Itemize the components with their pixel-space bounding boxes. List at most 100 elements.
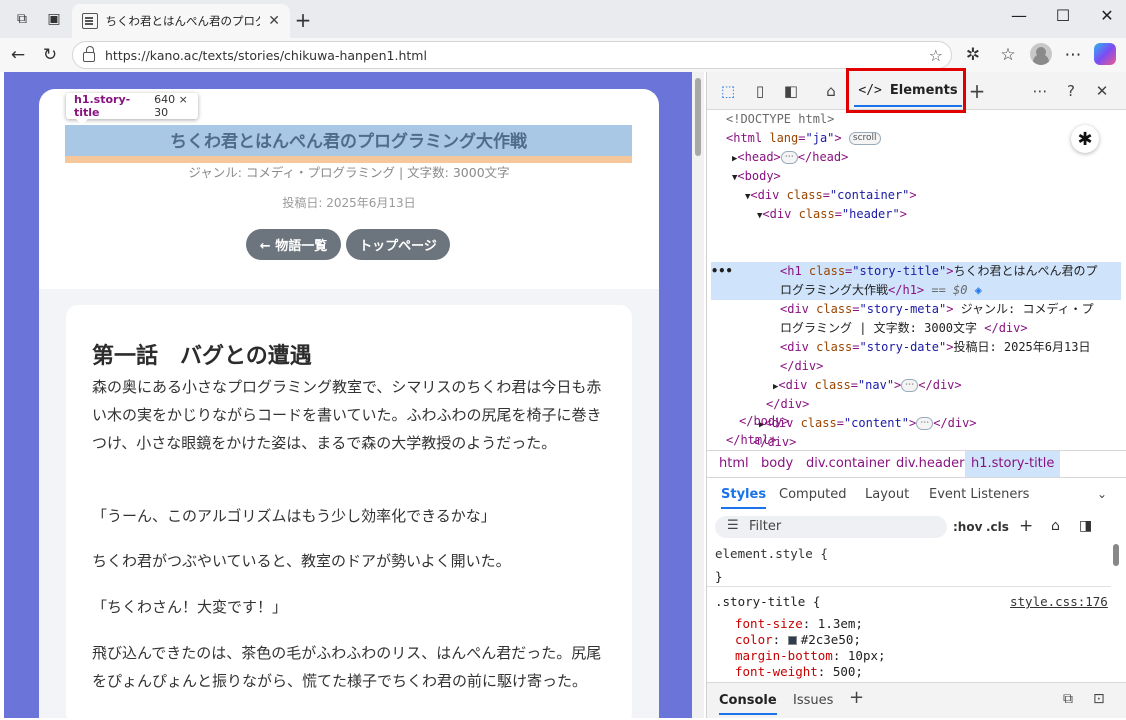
style-property[interactable]: font-weight: 500; (735, 664, 863, 679)
tab-console[interactable]: Console (719, 693, 777, 715)
breadcrumb-item[interactable]: html (719, 456, 749, 471)
rule-source-link[interactable]: style.css:176 (1010, 594, 1108, 609)
style-property[interactable]: color: #2c3e50; (735, 632, 861, 647)
profile-avatar[interactable] (1030, 43, 1052, 65)
collapsed-ellipsis-badge[interactable]: ⋯ (780, 151, 798, 164)
doctype-node[interactable]: <!DOCTYPE html> (726, 110, 834, 129)
tab-layout[interactable]: Layout (865, 487, 909, 502)
story-paragraph: 「ちくわさん！大変です！」 (92, 598, 288, 616)
new-tab-button[interactable]: + (292, 8, 314, 32)
rule-selector[interactable]: .story-title { (715, 594, 820, 609)
h1-node[interactable]: <h1 class="story-title">ちくわ君とはんぺん君のプ (780, 262, 1097, 281)
tab-computed[interactable]: Computed (779, 487, 847, 502)
collapsed-ellipsis-badge[interactable]: ⋯ (901, 379, 919, 392)
attr-value: "header" (841, 207, 900, 221)
page-scrollbar-thumb[interactable] (695, 78, 701, 156)
new-style-rule-icon[interactable]: + (1019, 516, 1033, 536)
styles-filter-input[interactable]: Filter (715, 516, 947, 538)
attr-name: class (786, 188, 823, 202)
story-meta-node-continued[interactable]: ログラミング | 文字数: 3000文字 </div> (780, 319, 1028, 338)
dock-side-icon[interactable]: ◧ (780, 80, 802, 102)
tag-name: </div> (984, 321, 1028, 335)
head-node[interactable]: ▶<head> ⋯ </head> (732, 148, 848, 169)
story-list-button[interactable]: ← 物語一覧 (246, 229, 341, 260)
tab-styles[interactable]: Styles (721, 487, 767, 509)
workspaces-icon[interactable]: ⧉ (12, 9, 32, 29)
favorite-star-icon[interactable]: ☆ (929, 46, 943, 65)
devtools-more-icon[interactable]: ⋯ (1029, 80, 1051, 102)
styles-scrollbar[interactable] (1111, 534, 1121, 676)
breadcrumb-item-active[interactable]: h1.story-title (965, 451, 1061, 477)
hover-state-toggle[interactable]: :hov (953, 520, 982, 534)
address-bar[interactable]: https://kano.ac/texts/stories/chikuwa-ha… (72, 41, 952, 69)
body-close-node[interactable]: </body> (739, 412, 790, 431)
browser-tab[interactable]: ちくわ君とはんぺん君のプログラミング大 ✕ (72, 4, 290, 38)
page-scrollbar[interactable] (692, 72, 704, 718)
node-text: ログラミング | 文字数: 3000文字 (780, 321, 985, 335)
tag-name: <div (780, 340, 809, 354)
node-text: ログラミング大作戦 (780, 283, 889, 297)
breadcrumb-item[interactable]: div.header (896, 456, 964, 471)
style-property[interactable]: font-size: 1.3em; (735, 616, 863, 631)
html-node[interactable]: <html lang="ja"> scroll (726, 129, 881, 148)
maximize-icon[interactable]: ☐ (1049, 6, 1077, 25)
style-property[interactable]: margin-bottom: 10px; (735, 648, 886, 663)
paint-brush-icon[interactable]: ⌂ (1051, 518, 1060, 534)
device-emulation-icon[interactable]: ▯ (749, 80, 771, 102)
help-icon[interactable]: ? (1060, 80, 1082, 102)
class-toggle[interactable]: .cls (986, 520, 1009, 534)
story-meta-node[interactable]: <div class="story-meta"> ジャンル: コメディ・プ (780, 300, 1094, 319)
close-window-icon[interactable]: ✕ (1093, 6, 1121, 25)
inspect-element-icon[interactable]: ⬚ (717, 80, 739, 102)
scroll-badge[interactable]: scroll (848, 132, 881, 145)
element-style-selector[interactable]: element.style { (715, 546, 828, 561)
closing-div-node[interactable]: </div> (780, 357, 823, 376)
nav-div-node[interactable]: ▶<div class="nav"> ⋯ </div> (773, 376, 962, 397)
add-drawer-tab-icon[interactable]: + (849, 687, 864, 708)
accessibility-icon[interactable]: ✱ (1071, 125, 1099, 153)
styles-pane: element.style { } .story-title { style.c… (707, 542, 1126, 686)
copilot-explain-icon[interactable]: ◈ (975, 283, 982, 297)
refresh-icon[interactable]: ↻ (38, 43, 62, 67)
header-div-node[interactable]: ▼<div class="header"> (757, 205, 907, 226)
tab-actions-icon[interactable]: ▣ (44, 9, 64, 29)
tag-name: <div (780, 302, 809, 316)
content-div-node[interactable]: ▶<div class="content"> ⋯ </div> (759, 414, 977, 435)
drawer-tabbar: Console Issues + ⧉ ⊡ (707, 682, 1126, 718)
page-viewport: ちくわ君とはんぺん君のプログラミング大作戦 ジャンル: コメディ・プログラミング… (4, 72, 692, 718)
container-div-node[interactable]: ▼<div class="container"> (745, 186, 917, 207)
body-node[interactable]: ▼<body> (732, 167, 781, 188)
minimize-icon[interactable]: — (1005, 6, 1033, 25)
attr-value: "container" (829, 188, 910, 202)
tab-event-listeners[interactable]: Event Listeners (929, 487, 1029, 502)
node-text: ジャンル: コメディ・プ (953, 302, 1094, 316)
breadcrumb-item[interactable]: div.container (806, 456, 890, 471)
h1-node-continued[interactable]: ログラミング大作戦</h1> == $0 ◈ (780, 281, 982, 300)
node-actions-dots[interactable]: ••• (711, 262, 733, 281)
close-drawer-icon[interactable]: ⊡ (1093, 691, 1105, 707)
styles-scrollbar-thumb[interactable] (1113, 544, 1119, 566)
color-swatch[interactable] (787, 636, 797, 645)
welcome-home-icon[interactable]: ⌂ (820, 80, 842, 102)
close-tab-icon[interactable]: ✕ (268, 13, 280, 29)
html-close-node[interactable]: </html> (726, 431, 777, 450)
tab-issues[interactable]: Issues (793, 693, 833, 708)
collapsed-ellipsis-badge[interactable]: ⋯ (916, 417, 934, 430)
copilot-icon[interactable] (1094, 43, 1116, 65)
lock-icon[interactable] (83, 46, 95, 62)
extensions-icon[interactable]: ✲ (961, 43, 985, 67)
more-menu-icon[interactable]: ⋯ (1061, 43, 1085, 67)
chevron-down-icon[interactable]: ⌄ (1097, 487, 1107, 501)
dock-drawer-icon[interactable]: ⧉ (1063, 691, 1073, 707)
breadcrumb-item[interactable]: body (761, 456, 793, 471)
top-page-button[interactable]: トップページ (346, 229, 450, 260)
story-date-node[interactable]: <div class="story-date">投稿日: 2025年6月13日 (780, 338, 1090, 357)
add-panel-icon[interactable]: + (966, 79, 988, 103)
tag-name: </head> (797, 150, 849, 164)
url-text[interactable]: https://kano.ac/texts/stories/chikuwa-ha… (105, 48, 427, 63)
back-arrow-icon[interactable]: ← (6, 43, 30, 67)
tag-name: <body> (737, 169, 781, 183)
close-devtools-icon[interactable]: ✕ (1091, 80, 1113, 102)
favorites-icon[interactable]: ☆ (996, 43, 1020, 67)
sidebar-toggle-icon[interactable]: ◨ (1079, 518, 1092, 534)
